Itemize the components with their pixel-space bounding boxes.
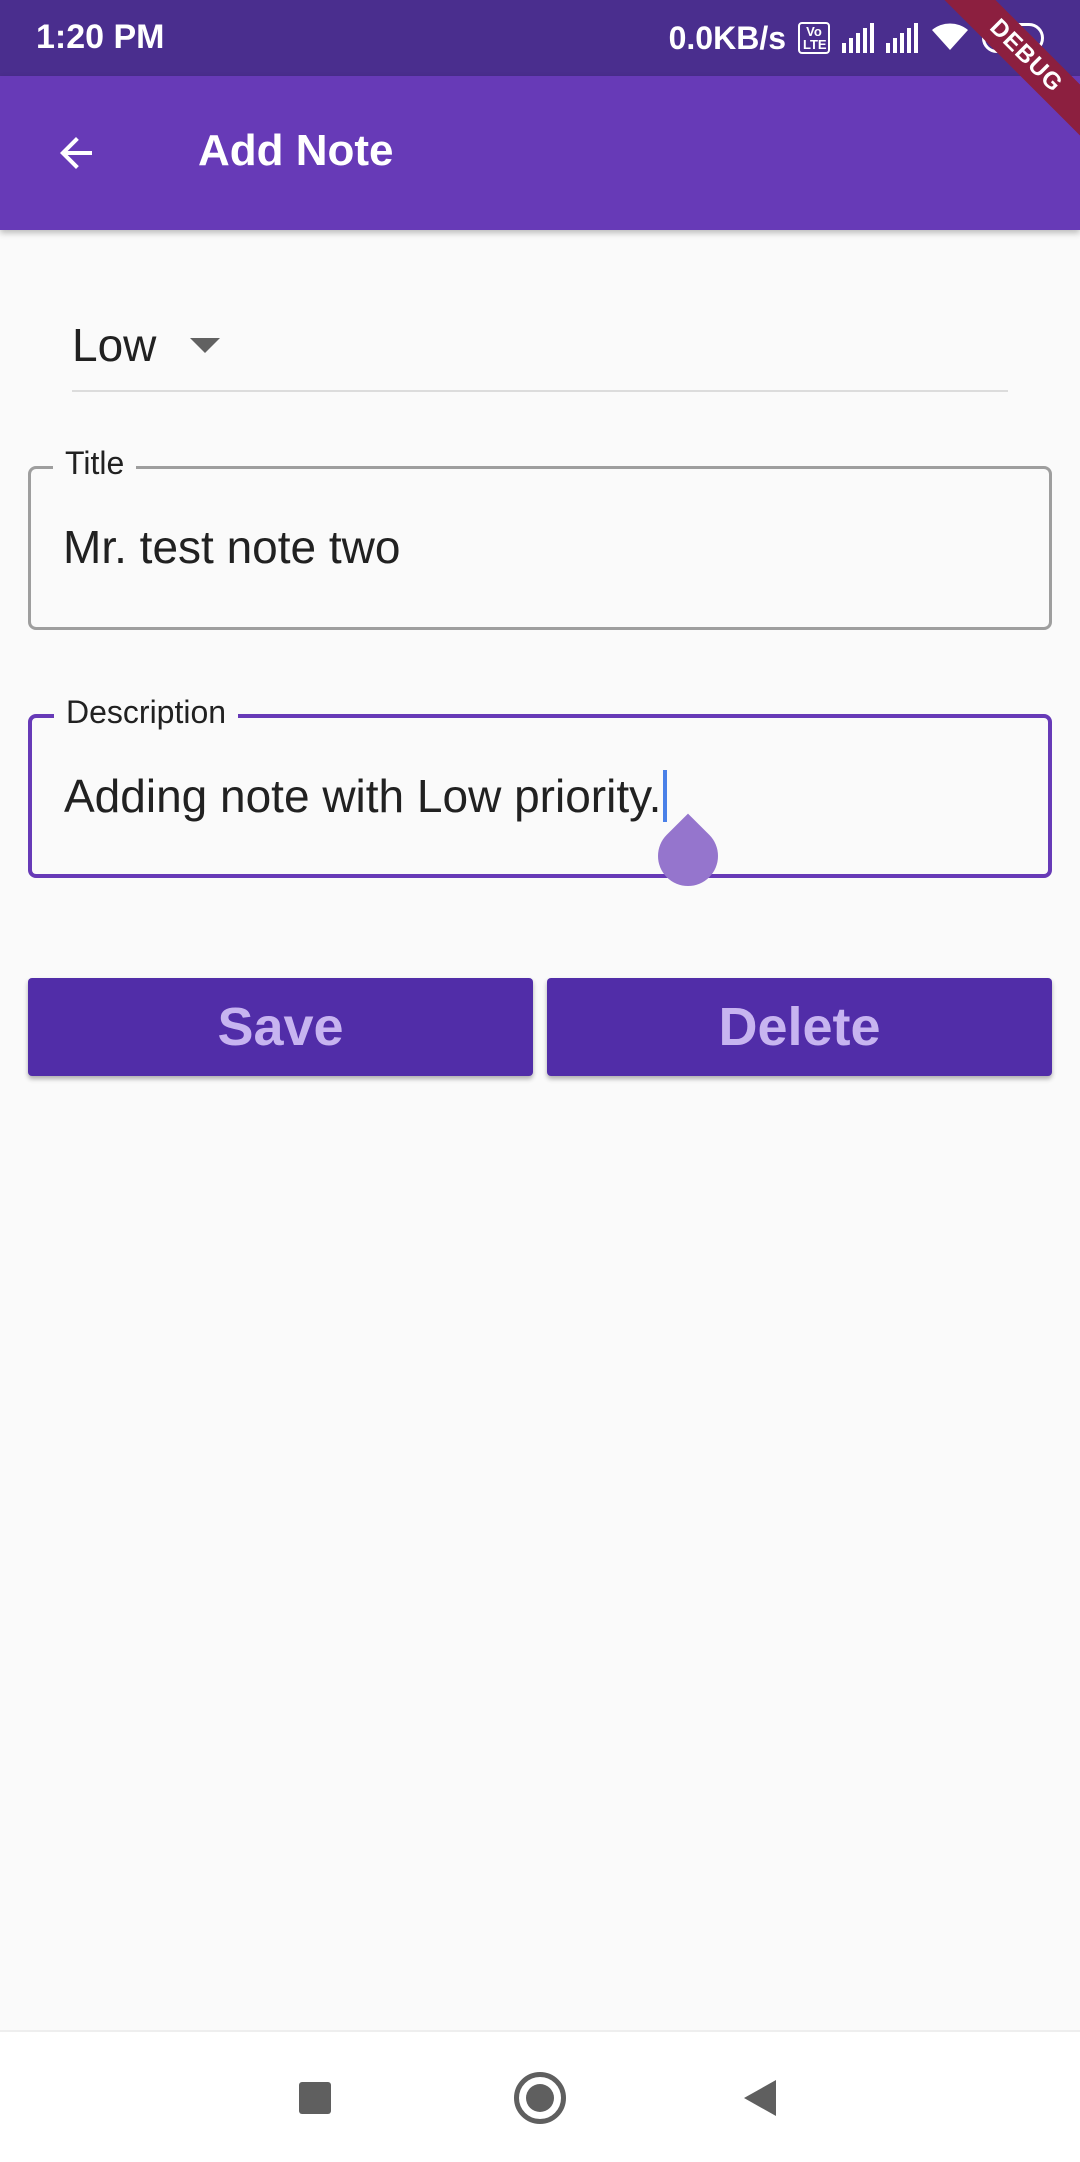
- priority-selected-value: Low: [72, 319, 157, 371]
- page-title: Add Note: [198, 126, 394, 175]
- signal-icon: [842, 23, 874, 53]
- back-button[interactable]: [40, 117, 112, 189]
- delete-button[interactable]: Delete: [547, 978, 1052, 1076]
- description-field-label: Description: [54, 690, 239, 734]
- volte-icon: Vo LTE: [798, 22, 830, 54]
- text-cursor: [663, 770, 668, 822]
- recents-square-icon[interactable]: [299, 2082, 331, 2114]
- description-field[interactable]: Description Adding note with Low priorit…: [28, 690, 1052, 878]
- title-field-value: Mr. test note two: [63, 521, 401, 573]
- description-field-value: Adding note with Low priority.: [64, 770, 662, 822]
- signal-icon-2: [886, 23, 918, 53]
- wifi-icon: [930, 20, 970, 57]
- network-speed: 0.0KB/s: [668, 19, 786, 56]
- save-button[interactable]: Save: [28, 978, 533, 1076]
- title-field[interactable]: Title Mr. test note two: [28, 441, 1052, 630]
- priority-dropdown[interactable]: Low: [72, 300, 1008, 392]
- status-bar: 1:20 PM 0.0KB/s Vo LTE 22: [0, 0, 1080, 76]
- title-field-label: Title: [53, 441, 137, 485]
- dropdown-arrow-icon: [190, 337, 221, 353]
- system-nav-bar: [0, 2030, 1080, 2162]
- app-bar: Add Note: [0, 76, 1080, 230]
- status-time: 1:20 PM: [36, 18, 165, 56]
- arrow-back-icon: [60, 137, 92, 169]
- home-circle-icon[interactable]: [514, 2072, 566, 2124]
- back-triangle-icon[interactable]: [744, 2080, 776, 2116]
- description-field-value-wrap: Adding note with Low priority.: [64, 768, 668, 824]
